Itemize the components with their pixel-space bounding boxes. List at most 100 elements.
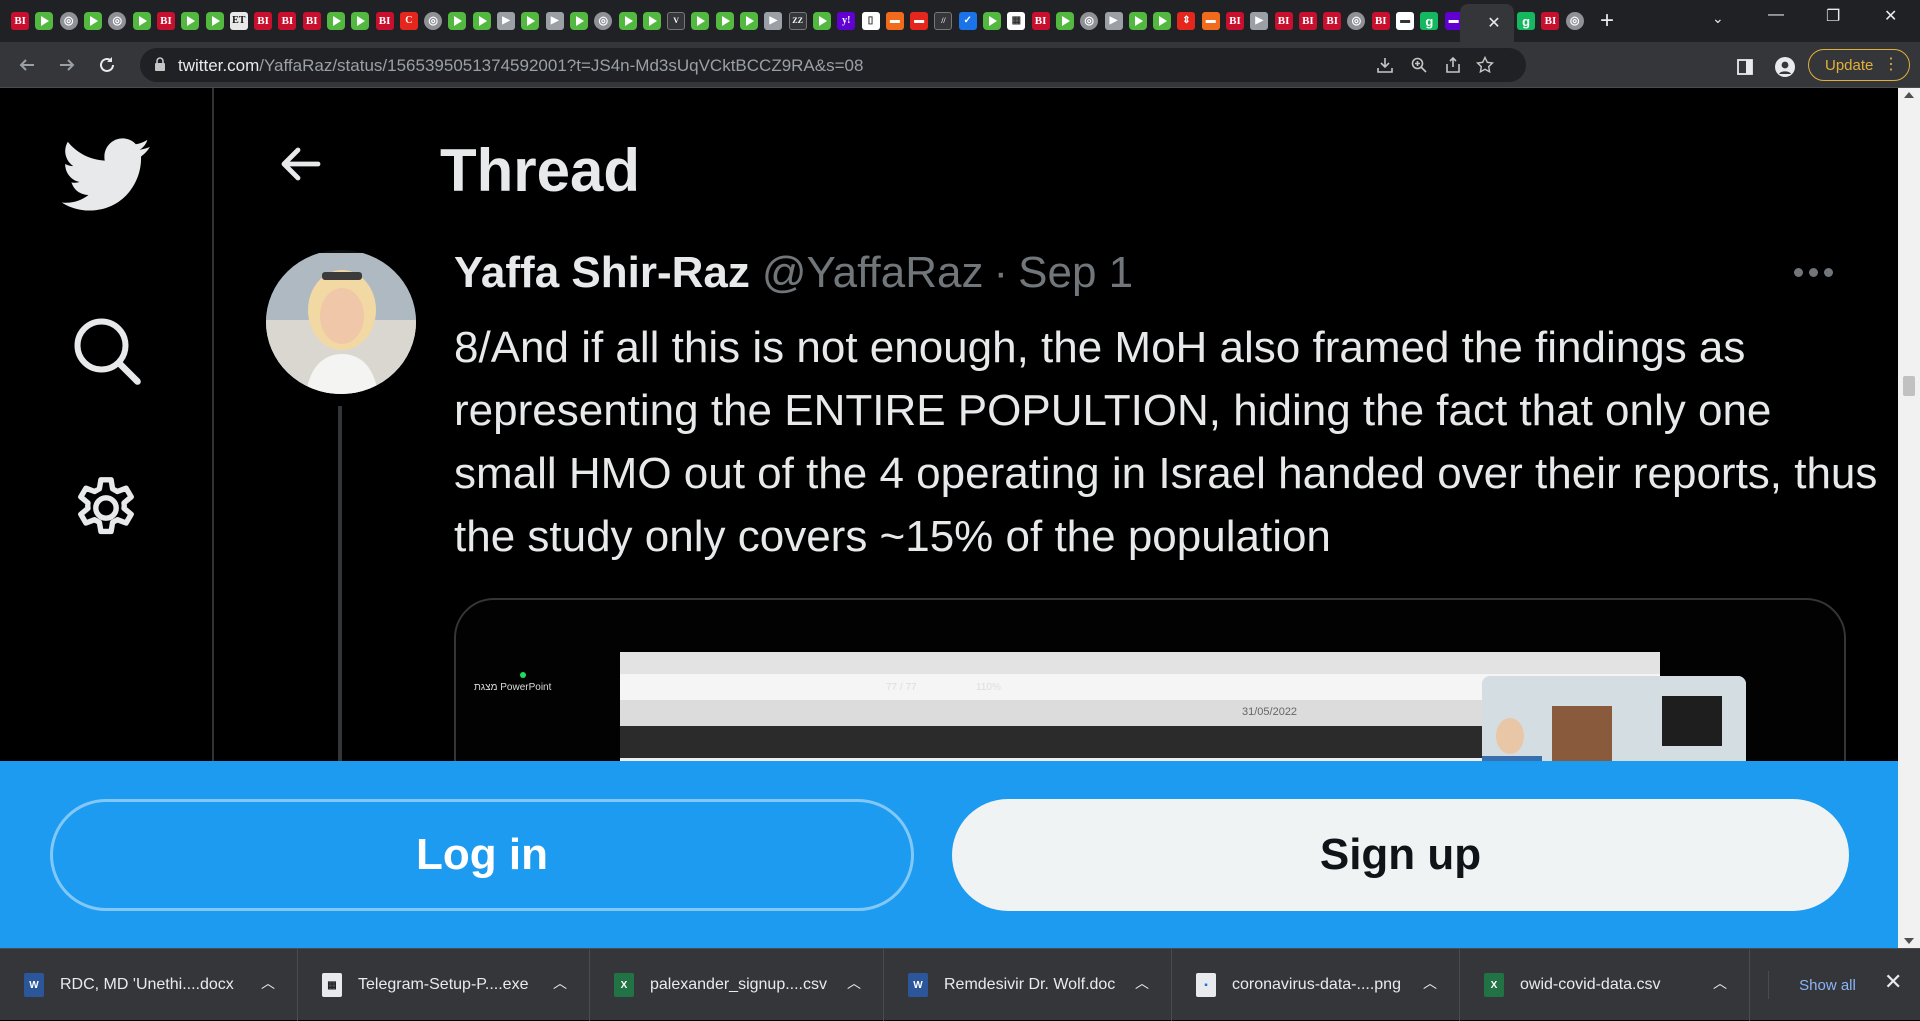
chevron-up-icon[interactable]: ︿: [1423, 973, 1437, 993]
scroll-down-arrow-icon[interactable]: [1904, 938, 1914, 944]
tab-27[interactable]: V: [664, 8, 688, 34]
tab-45[interactable]: ▶: [1101, 8, 1125, 34]
reload-button[interactable]: [94, 52, 120, 78]
tab-50[interactable]: BI: [1223, 8, 1247, 34]
login-button[interactable]: Log in: [50, 799, 914, 911]
scroll-up-arrow-icon[interactable]: [1904, 92, 1914, 98]
download-item[interactable]: W Remdesivir Dr. Wolf.doc ︿: [884, 949, 1172, 1021]
tab-0[interactable]: BI: [8, 8, 32, 34]
tab-55[interactable]: ◎: [1344, 8, 1368, 34]
profile-avatar-icon[interactable]: [1774, 56, 1796, 78]
lock-icon[interactable]: [154, 57, 166, 71]
side-panel-icon[interactable]: [1734, 56, 1756, 78]
tab-42[interactable]: BI: [1028, 8, 1052, 34]
author-handle[interactable]: @YaffaRaz: [762, 248, 984, 298]
tab-26[interactable]: [640, 8, 664, 34]
tab-16[interactable]: C: [397, 8, 421, 34]
url-text[interactable]: twitter.com/YaffaRaz/status/156539505137…: [178, 56, 863, 76]
avatar[interactable]: [266, 250, 416, 394]
tab-28[interactable]: [688, 8, 712, 34]
download-bar-close-icon[interactable]: ✕: [1884, 969, 1902, 995]
back-button[interactable]: [14, 52, 40, 78]
minimize-button[interactable]: —: [1768, 6, 1784, 24]
page-scrollbar[interactable]: [1898, 88, 1920, 948]
settings-gear-icon[interactable]: [70, 472, 142, 544]
tab-8[interactable]: [202, 8, 226, 34]
tab-5[interactable]: [129, 8, 153, 34]
bookmark-star-icon[interactable]: [1474, 54, 1496, 76]
tab-search-chevron-icon[interactable]: ⌄: [1712, 10, 1724, 27]
tab-2[interactable]: ◎: [57, 8, 81, 34]
tab-10[interactable]: BI: [251, 8, 275, 34]
tab-active-twitter[interactable]: ✕: [1460, 4, 1514, 42]
tab-21[interactable]: [518, 8, 542, 34]
tab-23[interactable]: [567, 8, 591, 34]
tab-13[interactable]: [324, 8, 348, 34]
back-arrow-icon[interactable]: [276, 140, 324, 188]
tab-19[interactable]: [470, 8, 494, 34]
tab-after-1[interactable]: BI: [1538, 8, 1562, 34]
tab-7[interactable]: [178, 8, 202, 34]
show-all-button[interactable]: Show all: [1768, 971, 1886, 999]
tab-40[interactable]: [980, 8, 1004, 34]
tab-1[interactable]: [32, 8, 56, 34]
tab-14[interactable]: [348, 8, 372, 34]
tab-58[interactable]: g: [1417, 8, 1441, 34]
tab-44[interactable]: ◎: [1077, 8, 1101, 34]
tab-47[interactable]: [1150, 8, 1174, 34]
kebab-menu-icon[interactable]: ⋮: [1883, 54, 1899, 76]
tab-33[interactable]: [810, 8, 834, 34]
close-window-button[interactable]: ✕: [1884, 6, 1897, 26]
tab-25[interactable]: [615, 8, 639, 34]
tab-11[interactable]: BI: [275, 8, 299, 34]
download-item[interactable]: Xpalexander_signup....csv ︿: [590, 949, 884, 1021]
tab-43[interactable]: [1053, 8, 1077, 34]
tab-9[interactable]: ET: [227, 8, 251, 34]
tab-29[interactable]: [713, 8, 737, 34]
tab-35[interactable]: ▯: [858, 8, 882, 34]
more-options-icon[interactable]: [1794, 262, 1844, 282]
chevron-up-icon[interactable]: ︿: [261, 973, 275, 993]
tab-4[interactable]: ◎: [105, 8, 129, 34]
update-button[interactable]: Update ⋮: [1808, 49, 1910, 81]
chevron-up-icon[interactable]: ︿: [1135, 973, 1149, 993]
tab-48[interactable]: ⇕: [1174, 8, 1198, 34]
tab-36[interactable]: ▬: [883, 8, 907, 34]
tab-51[interactable]: ▶: [1247, 8, 1271, 34]
author-name[interactable]: Yaffa Shir-Raz: [454, 248, 750, 298]
restore-button[interactable]: ❐: [1826, 6, 1840, 26]
search-icon[interactable]: [70, 314, 142, 386]
tab-39[interactable]: ✓: [956, 8, 980, 34]
tab-37[interactable]: ▬: [907, 8, 931, 34]
tab-32[interactable]: ZZ: [786, 8, 810, 34]
scroll-thumb[interactable]: [1903, 376, 1915, 396]
tab-52[interactable]: BI: [1271, 8, 1295, 34]
tab-31[interactable]: ▶: [761, 8, 785, 34]
forward-button[interactable]: [54, 52, 80, 78]
tab-17[interactable]: ◎: [421, 8, 445, 34]
tab-close-icon[interactable]: ✕: [1487, 13, 1500, 33]
tab-56[interactable]: BI: [1369, 8, 1393, 34]
tab-22[interactable]: ▶: [543, 8, 567, 34]
tab-34[interactable]: y!: [834, 8, 858, 34]
address-bar[interactable]: twitter.com/YaffaRaz/status/156539505137…: [140, 48, 1526, 82]
download-item[interactable]: Xowid-covid-data.csv ︿: [1460, 949, 1750, 1021]
signup-button[interactable]: Sign up: [952, 799, 1849, 911]
tab-46[interactable]: [1126, 8, 1150, 34]
tab-18[interactable]: [445, 8, 469, 34]
install-app-icon[interactable]: [1374, 54, 1396, 76]
tweet-date[interactable]: Sep 1: [1018, 248, 1133, 298]
tab-38[interactable]: //: [931, 8, 955, 34]
tab-57[interactable]: ▬: [1393, 8, 1417, 34]
twitter-logo-icon[interactable]: [62, 138, 152, 212]
download-item[interactable]: ▦ Telegram-Setup-P....exe ︿: [298, 949, 590, 1021]
zoom-icon[interactable]: [1408, 54, 1430, 76]
chevron-up-icon[interactable]: ︿: [847, 973, 861, 993]
tab-6[interactable]: BI: [154, 8, 178, 34]
tab-after-0[interactable]: g: [1514, 8, 1538, 34]
chevron-up-icon[interactable]: ︿: [1713, 973, 1727, 993]
tab-41[interactable]: ▦: [1004, 8, 1028, 34]
tab-20[interactable]: ▶: [494, 8, 518, 34]
download-item[interactable]: W RDC, MD 'Unethi....docx ︿: [0, 949, 298, 1021]
tab-54[interactable]: BI: [1320, 8, 1344, 34]
